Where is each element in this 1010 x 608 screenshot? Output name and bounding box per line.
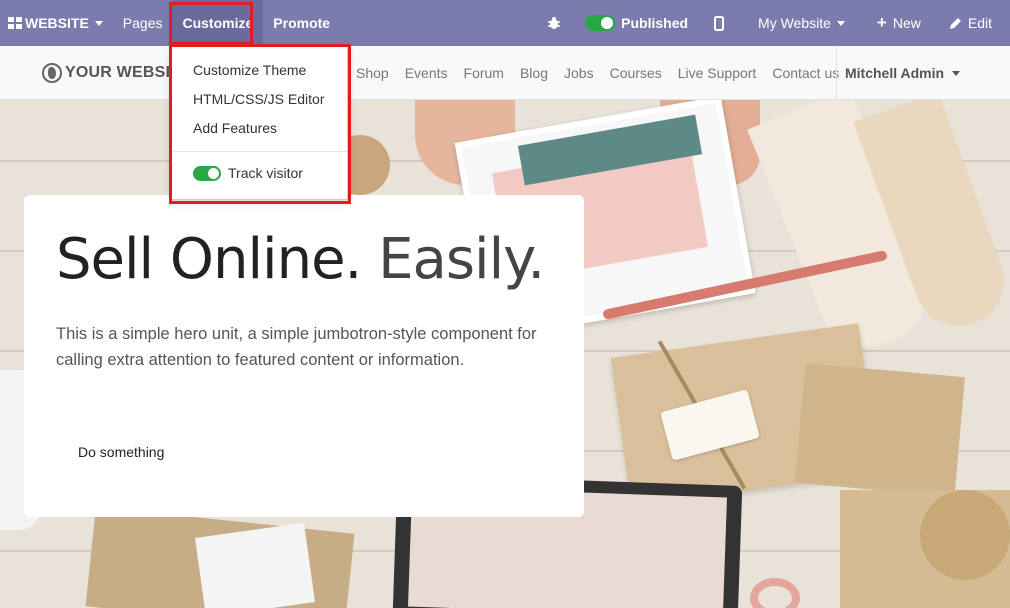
apps-grid-icon — [8, 17, 22, 29]
plus-icon: + — [876, 13, 887, 32]
twine-ball-shape — [920, 490, 1010, 580]
published-switch[interactable] — [585, 15, 616, 31]
customize-dropdown-menu: Customize Theme HTML/CSS/JS Editor Add F… — [170, 46, 348, 200]
menu-item-track-visitor[interactable]: Track visitor — [193, 165, 303, 181]
promote-menu[interactable]: Promote — [263, 0, 340, 46]
site-nav-links: Shop Events Forum Blog Jobs Courses Live… — [356, 65, 855, 81]
white-card-shape — [194, 522, 316, 608]
nav-link-live-support[interactable]: Live Support — [678, 65, 757, 81]
site-navbar: YOUR WEBSIT Shop Events Forum Blog Jobs … — [0, 46, 1010, 100]
tape-roll-shape — [750, 578, 800, 608]
debug-button[interactable] — [533, 0, 575, 46]
gift-box-shape — [795, 363, 965, 497]
published-toggle[interactable]: Published — [575, 0, 698, 46]
new-label: New — [892, 15, 921, 31]
logo-text: YOUR WEBSIT — [65, 64, 181, 81]
my-website-label: My Website — [758, 15, 831, 31]
admin-topbar: WEBSITE Pages Customize Promote Publishe… — [0, 0, 1010, 46]
user-menu[interactable]: Mitchell Admin — [836, 46, 961, 100]
chevron-down-icon — [952, 70, 961, 76]
nav-link-courses[interactable]: Courses — [610, 65, 662, 81]
nav-link-contact-us[interactable]: Contact us — [772, 65, 839, 81]
nav-link-forum[interactable]: Forum — [464, 65, 504, 81]
pencil-icon — [949, 17, 961, 29]
website-app-menu[interactable]: WEBSITE — [0, 0, 113, 46]
user-name: Mitchell Admin — [845, 65, 945, 81]
hero-title-bold: Sell Online. — [56, 227, 362, 292]
menu-item-add-features[interactable]: Add Features — [193, 120, 277, 136]
track-visitor-switch[interactable] — [193, 165, 221, 181]
hero-description: This is a simple hero unit, a simple jum… — [56, 325, 537, 369]
pages-menu[interactable]: Pages — [113, 0, 173, 46]
mobile-icon — [714, 15, 725, 31]
menu-item-customize-theme[interactable]: Customize Theme — [193, 62, 306, 78]
track-visitor-label: Track visitor — [228, 165, 303, 181]
hero-card: Sell Online. Easily. This is a simple he… — [24, 195, 584, 517]
customize-menu[interactable]: Customize — [172, 0, 264, 46]
bug-icon — [548, 17, 561, 29]
chevron-down-icon — [836, 20, 845, 26]
nav-link-blog[interactable]: Blog — [520, 65, 548, 81]
new-button[interactable]: + New — [863, 0, 935, 46]
nav-link-events[interactable]: Events — [405, 65, 448, 81]
do-something-button[interactable]: Do something — [78, 444, 164, 460]
my-website-menu[interactable]: My Website — [740, 0, 863, 46]
edit-label: Edit — [967, 15, 992, 31]
globe-icon — [42, 63, 62, 83]
hero-title-light: Easily. — [378, 227, 545, 292]
nav-link-shop[interactable]: Shop — [356, 65, 389, 81]
site-logo[interactable]: YOUR WEBSIT — [42, 63, 180, 83]
menu-divider — [171, 151, 347, 152]
published-label: Published — [621, 15, 689, 31]
chevron-down-icon — [94, 20, 103, 26]
hero-title: Sell Online. Easily. — [56, 227, 545, 292]
nav-link-jobs[interactable]: Jobs — [564, 65, 594, 81]
website-label: WEBSITE — [25, 15, 89, 31]
menu-item-html-css-js-editor[interactable]: HTML/CSS/JS Editor — [193, 91, 324, 107]
edit-button[interactable]: Edit — [935, 0, 1010, 46]
mobile-preview-button[interactable] — [698, 0, 740, 46]
